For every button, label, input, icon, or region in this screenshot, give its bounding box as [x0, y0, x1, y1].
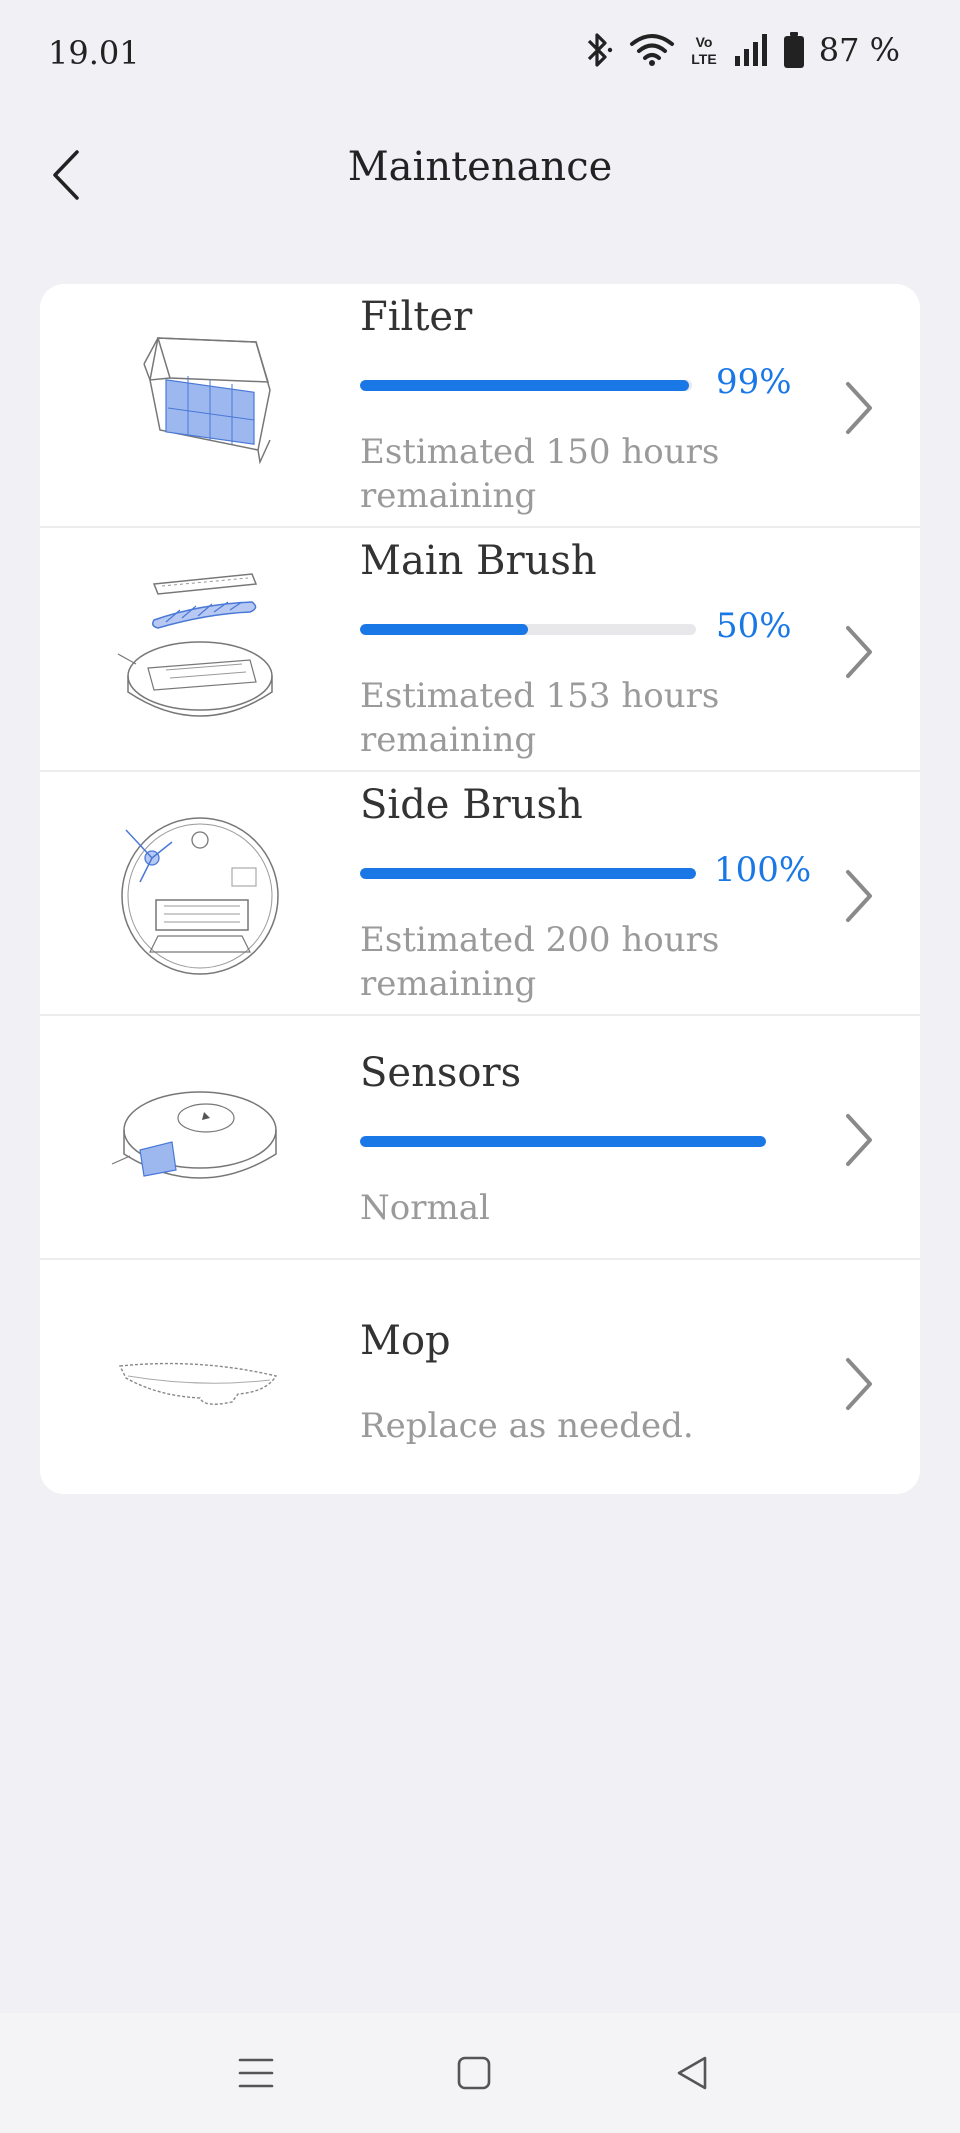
mop-image — [118, 1362, 278, 1405]
system-back-button[interactable] — [662, 2043, 722, 2103]
recent-apps-button[interactable] — [226, 2043, 286, 2103]
status-time: 19.01 — [48, 34, 140, 72]
menu-icon — [238, 2058, 274, 2088]
item-subtitle: Replace as needed. — [360, 1406, 694, 1446]
item-title: Side Brush — [360, 782, 583, 828]
header: Maintenance — [0, 120, 960, 230]
chevron-right-icon — [846, 626, 872, 678]
item-subtitle: Estimated 153 hours remaining — [360, 676, 720, 760]
list-item-main-brush[interactable]: Main Brush 50% Estimated 153 hours remai… — [40, 528, 920, 772]
progress-bar — [360, 624, 696, 635]
sensors-image — [111, 1091, 277, 1179]
chevron-right-icon — [846, 870, 872, 922]
home-button[interactable] — [444, 2043, 504, 2103]
item-title: Main Brush — [360, 538, 597, 584]
percentage-label: 100% — [714, 850, 812, 890]
svg-text:LTE: LTE — [691, 51, 716, 67]
main-brush-image — [117, 573, 273, 717]
list-item-sensors[interactable]: Sensors Normal — [40, 1016, 920, 1260]
percentage-label: 50% — [716, 606, 792, 646]
maintenance-list: Filter 99% Estimated 150 hours remaining… — [40, 284, 920, 1494]
status-icons: Vo LTE 87 % — [581, 30, 900, 70]
battery-icon — [783, 32, 804, 68]
item-title: Filter — [360, 294, 473, 340]
chevron-right-icon — [846, 1358, 872, 1410]
progress-bar — [360, 1136, 766, 1147]
svg-text:Vo: Vo — [695, 34, 712, 50]
back-icon — [677, 2056, 707, 2090]
list-item-mop[interactable]: Mop Replace as needed. — [40, 1260, 920, 1494]
progress-bar — [360, 380, 692, 391]
item-title: Mop — [360, 1318, 451, 1364]
side-brush-image — [121, 817, 279, 975]
chevron-right-icon — [846, 1114, 872, 1166]
battery-percentage: 87 % — [818, 31, 900, 69]
progress-fill — [360, 624, 528, 635]
signal-icon — [734, 34, 767, 66]
home-icon — [457, 2056, 491, 2090]
progress-fill — [360, 868, 696, 879]
progress-fill — [360, 380, 689, 391]
progress-bar — [360, 868, 696, 879]
percentage-label: 99% — [716, 362, 792, 402]
list-item-filter[interactable]: Filter 99% Estimated 150 hours remaining — [40, 284, 920, 528]
page-title: Maintenance — [347, 144, 613, 190]
chevron-right-icon — [846, 382, 872, 434]
item-subtitle: Normal — [360, 1188, 490, 1228]
bluetooth-icon — [587, 33, 612, 67]
list-item-side-brush[interactable]: Side Brush 100% Estimated 200 hours rema… — [40, 772, 920, 1016]
wifi-icon — [629, 34, 674, 66]
volte-icon: Vo LTE — [691, 34, 716, 67]
item-subtitle: Estimated 200 hours remaining — [360, 920, 720, 1004]
system-navigation-bar — [0, 2013, 960, 2133]
filter-image — [143, 337, 271, 465]
item-title: Sensors — [360, 1050, 522, 1096]
item-subtitle: Estimated 150 hours remaining — [360, 432, 720, 516]
progress-fill — [360, 1136, 766, 1147]
status-bar: 19.01 Vo LTE 87 % — [0, 0, 960, 110]
